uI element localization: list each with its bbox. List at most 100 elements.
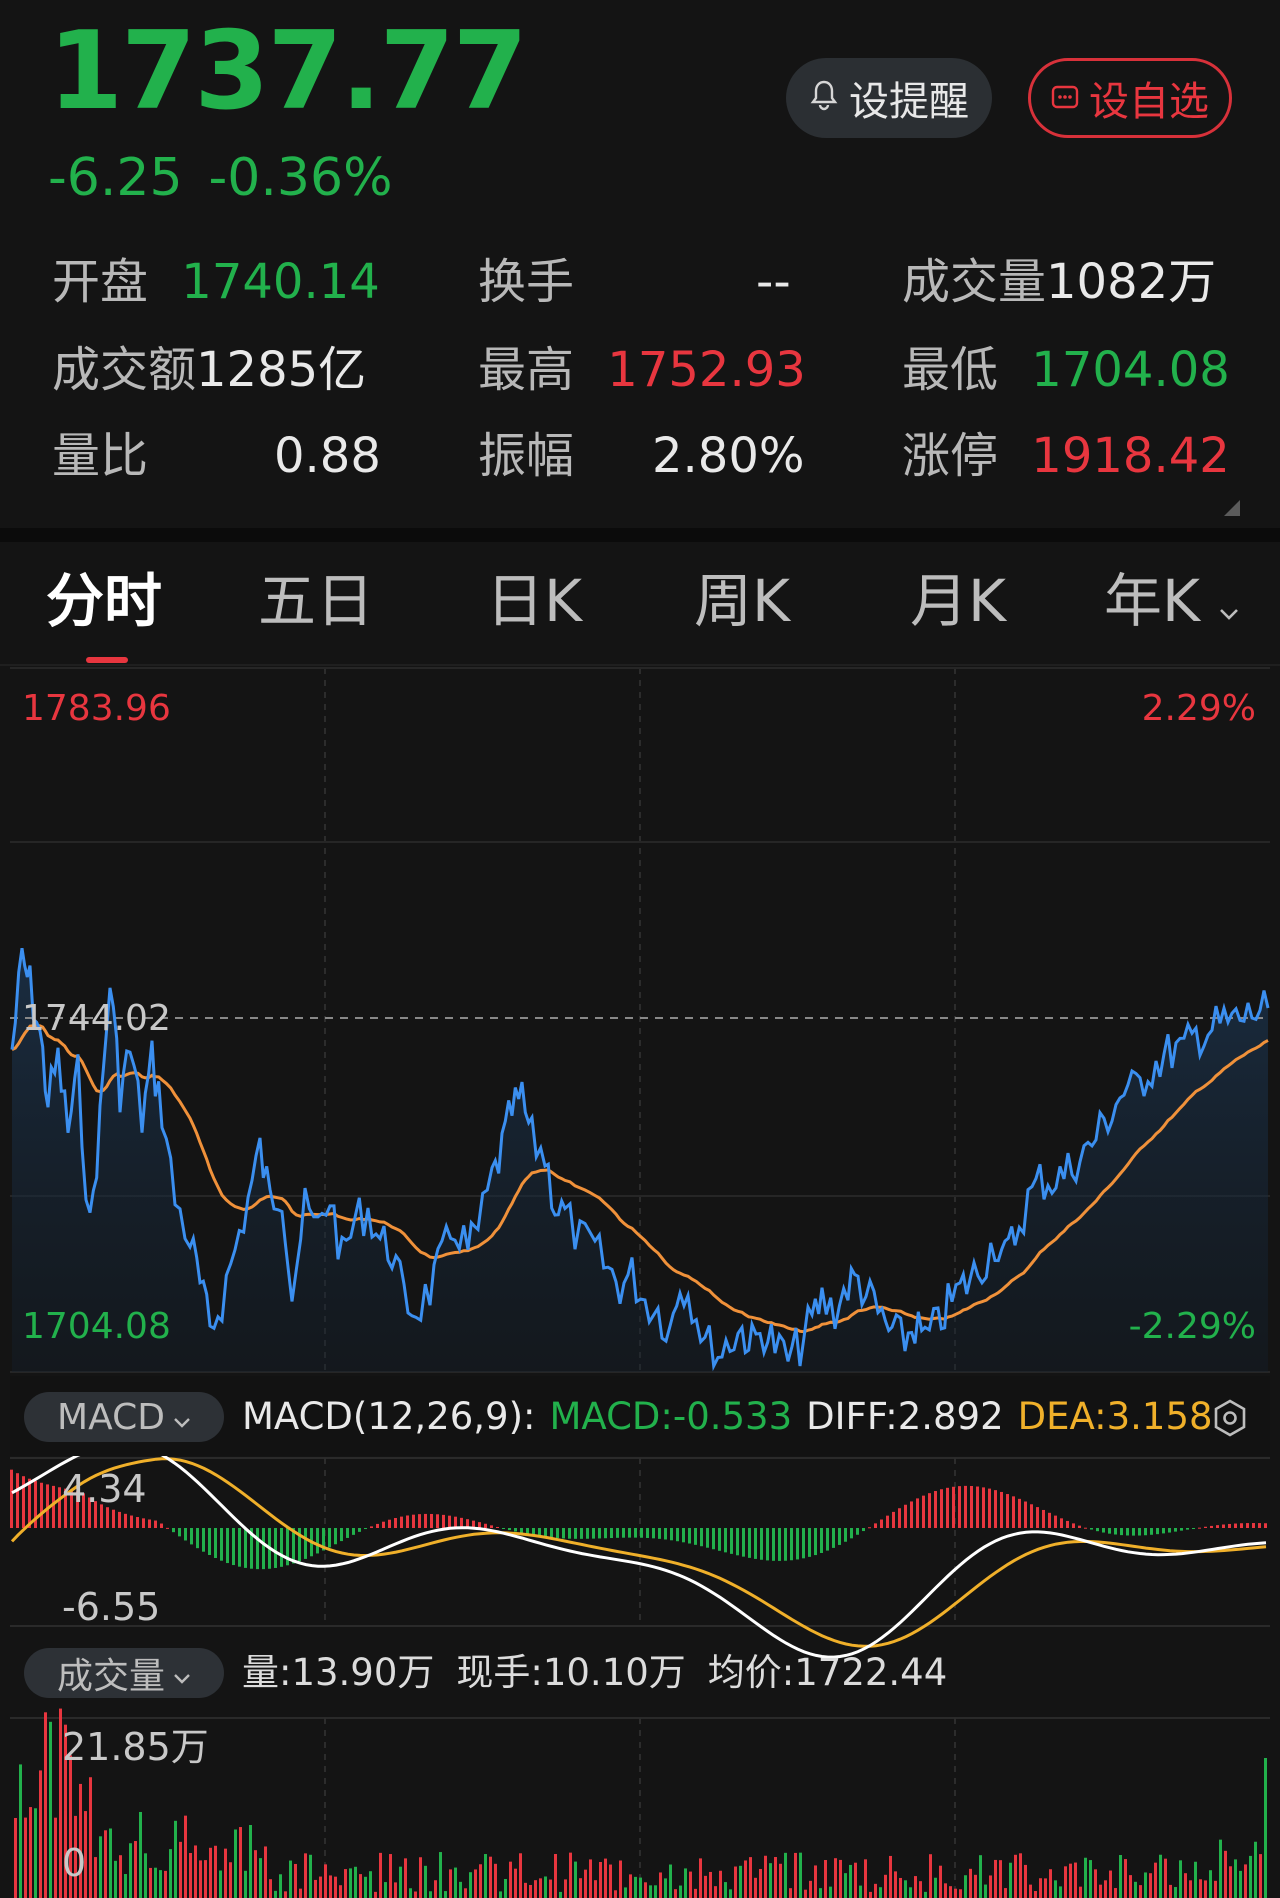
- macd-bar: [316, 1528, 319, 1554]
- volume-bar: [934, 1877, 937, 1898]
- add-watchlist-button[interactable]: 设自选: [1028, 58, 1232, 138]
- macd-bar: [184, 1528, 187, 1541]
- volume-bar: [519, 1853, 522, 1898]
- macd-bar: [394, 1518, 397, 1528]
- macd-bar: [256, 1528, 259, 1570]
- macd-bar: [868, 1527, 871, 1529]
- macd-bar: [934, 1491, 937, 1528]
- volume-bar: [139, 1811, 142, 1898]
- volume-bar: [534, 1880, 537, 1898]
- volume-bar: [389, 1854, 392, 1898]
- volume-bar: [759, 1868, 762, 1898]
- macd-bar: [982, 1487, 985, 1528]
- macd-bar: [1042, 1509, 1045, 1528]
- volume-bar: [509, 1861, 512, 1898]
- volume-bar: [274, 1890, 277, 1898]
- volume-bar: [744, 1860, 747, 1898]
- intraday-chart-area[interactable]: 1783.96 2.29% 1744.02 1704.08 -2.29% 4.3…: [0, 666, 1280, 1898]
- volume-bar: [1079, 1886, 1082, 1898]
- macd-bar: [1132, 1528, 1135, 1536]
- volume-bar: [244, 1870, 247, 1898]
- volume-bar: [434, 1880, 437, 1898]
- macd-selector[interactable]: MACD: [24, 1392, 224, 1442]
- volume-bar: [809, 1880, 812, 1898]
- settings-hexagon-icon[interactable]: [1210, 1398, 1250, 1442]
- macd-bar: [190, 1528, 193, 1545]
- macd-bar: [202, 1528, 205, 1552]
- macd-bar: [226, 1528, 229, 1564]
- volume-bar: [1034, 1891, 1037, 1898]
- volume-bar: [454, 1867, 457, 1898]
- volume-bar: [1234, 1859, 1237, 1898]
- volume-selector-label: 成交量: [56, 1656, 165, 1697]
- volume-bar: [999, 1860, 1002, 1898]
- volume-bar: [599, 1861, 602, 1898]
- volume-bar: [614, 1890, 617, 1898]
- macd-bar: [10, 1469, 13, 1528]
- volume-bar: [384, 1882, 387, 1898]
- macd-bar: [16, 1473, 19, 1528]
- volume-bar: [284, 1891, 287, 1898]
- stat-open-label: 开盘: [52, 254, 149, 310]
- volume-bar: [334, 1876, 337, 1898]
- volume-bar: [709, 1871, 712, 1898]
- volume-bar: [199, 1860, 202, 1898]
- volume-bar: [49, 1721, 52, 1898]
- volume-bar: [839, 1859, 842, 1898]
- macd-params: MACD(12,26,9):: [242, 1395, 536, 1438]
- volume-bar: [1009, 1862, 1012, 1898]
- macd-bar: [406, 1515, 409, 1528]
- macd-bar: [1174, 1528, 1177, 1532]
- volume-bar: [619, 1860, 622, 1898]
- volume-bar: [1204, 1880, 1207, 1898]
- chart-bottom-percent: -2.29%: [1129, 1306, 1256, 1347]
- volume-bar: [219, 1870, 222, 1898]
- stat-volume-label: 成交量: [902, 254, 1047, 310]
- volume-selector[interactable]: 成交量: [24, 1648, 224, 1698]
- macd-bar: [1126, 1528, 1129, 1536]
- volume-bar: [609, 1864, 612, 1898]
- macd-bar: [442, 1514, 445, 1528]
- stat-turnover-value: --: [756, 254, 791, 310]
- macd-bar: [448, 1515, 451, 1528]
- macd-bar: [610, 1528, 613, 1539]
- volume-bar: [969, 1868, 972, 1898]
- tab-monthly-k[interactable]: 月K: [910, 572, 1006, 630]
- current-price: 1737.77: [48, 9, 528, 134]
- volume-bar: [754, 1877, 757, 1898]
- volume-bar: [194, 1845, 197, 1898]
- tab-yearly-k[interactable]: 年K: [1104, 572, 1240, 630]
- volume-bar: [954, 1888, 957, 1898]
- expand-corner-icon[interactable]: [1224, 500, 1240, 516]
- section-divider: [0, 528, 1280, 542]
- volume-bar: [429, 1891, 432, 1898]
- volume-bar: [799, 1852, 802, 1898]
- volume-bar: [134, 1841, 137, 1898]
- macd-bar: [808, 1528, 811, 1557]
- macd-bar: [370, 1526, 373, 1528]
- tab-intraday[interactable]: 分时: [46, 572, 162, 630]
- set-alert-button[interactable]: 设提醒: [786, 58, 992, 138]
- volume-bar: [294, 1863, 297, 1898]
- volume-bar: [979, 1855, 982, 1898]
- dea-value: DEA:3.158: [1017, 1395, 1213, 1438]
- volume-bar: [24, 1817, 27, 1898]
- volume-bar: [1149, 1873, 1152, 1898]
- macd-bar: [1108, 1528, 1111, 1534]
- volume-bar: [959, 1889, 962, 1898]
- stat-limit-up-label: 涨停: [902, 428, 999, 484]
- macd-bar: [154, 1520, 157, 1528]
- macd-bar: [1048, 1512, 1051, 1528]
- volume-bar: [994, 1859, 997, 1898]
- tab-weekly-k[interactable]: 周K: [694, 572, 790, 630]
- volume-bar: [644, 1882, 647, 1898]
- volume-bar: [639, 1877, 642, 1898]
- macd-bar: [1264, 1523, 1267, 1528]
- stat-open-value: 1740.14: [181, 254, 380, 310]
- macd-bar: [814, 1528, 817, 1556]
- macd-bar: [1186, 1528, 1189, 1530]
- volume-bar: [569, 1852, 572, 1898]
- volume-bar: [869, 1891, 872, 1898]
- tab-daily-k[interactable]: 日K: [486, 572, 582, 630]
- tab-five-day[interactable]: 五日: [258, 572, 374, 630]
